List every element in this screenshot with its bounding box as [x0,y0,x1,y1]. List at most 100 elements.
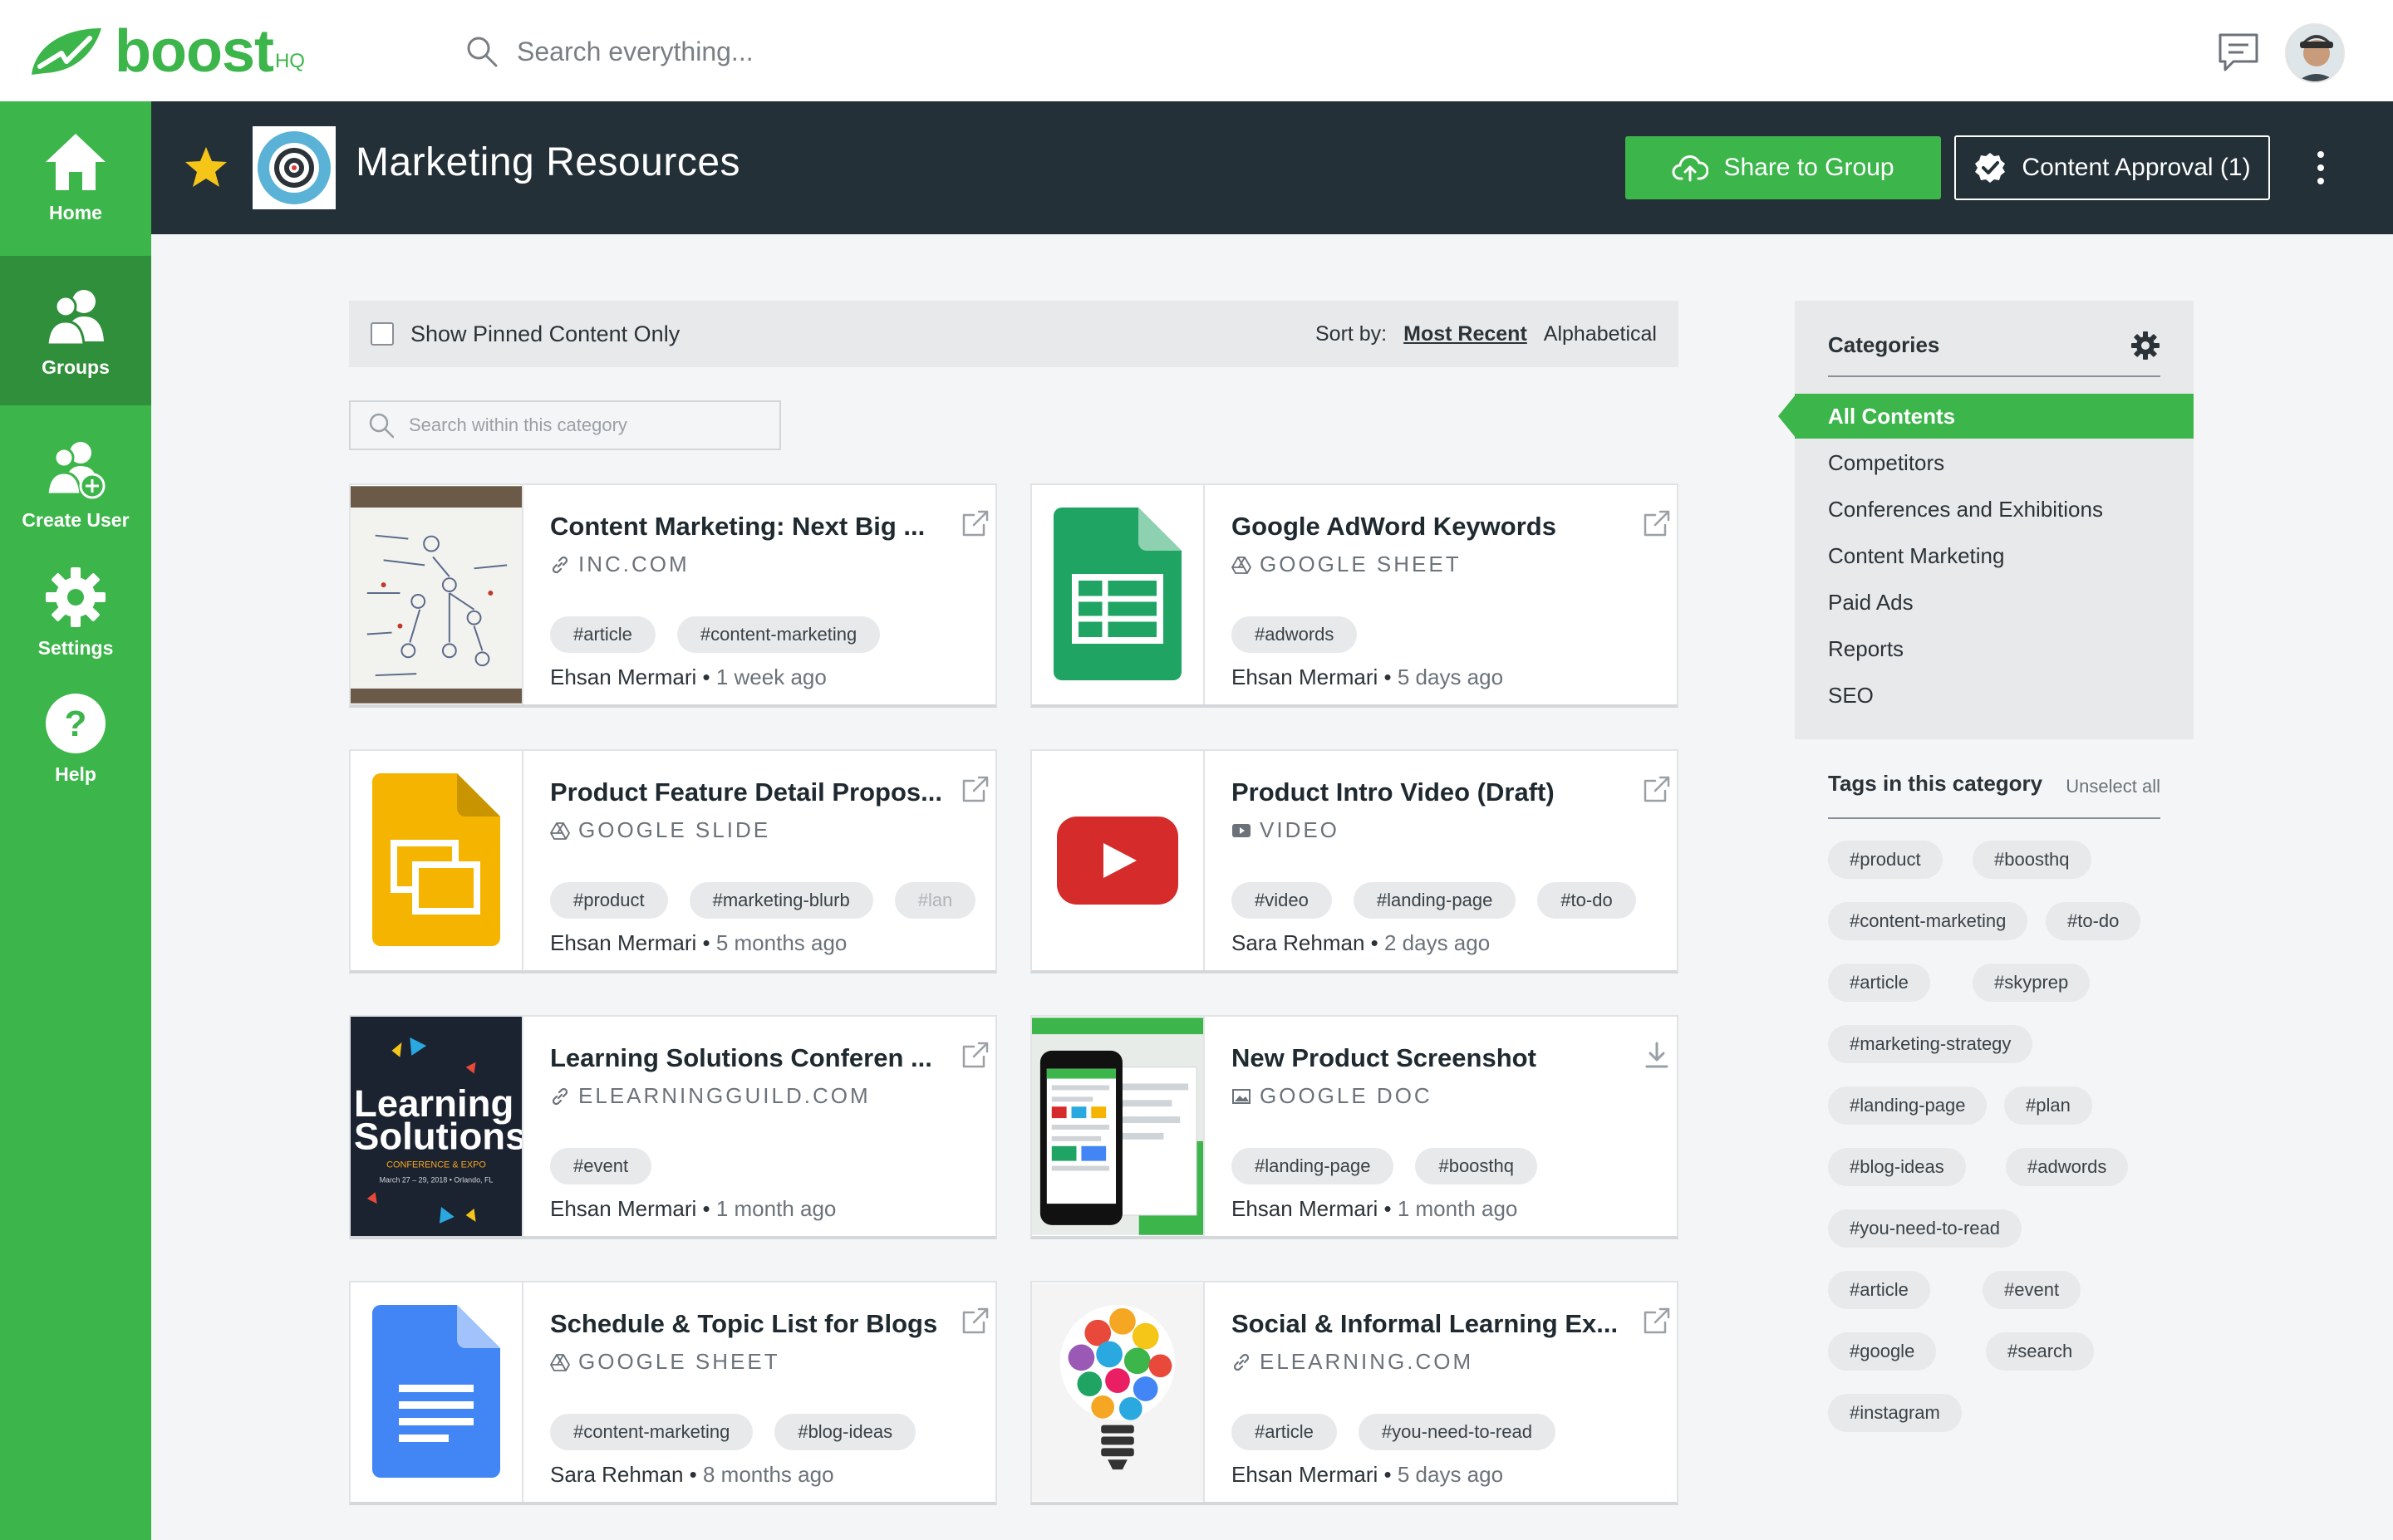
tag-filter-chip[interactable]: #landing-page [1828,1086,1988,1125]
tag-chip[interactable]: #marketing-blurb [689,882,873,919]
tag-chip[interactable]: #article [550,616,656,653]
tag-filter-chip[interactable]: #plan [2004,1086,2092,1125]
tag-filter-chip[interactable]: #product [1828,841,1943,879]
card-title[interactable]: Content Marketing: Next Big ... [550,512,925,542]
tag-chip[interactable]: #article [1231,1414,1337,1450]
global-search[interactable] [465,30,964,73]
tag-chip[interactable]: #video [1231,882,1332,919]
content-card[interactable]: Social & Informal Learning Ex... ELEARNI… [1030,1281,1678,1505]
tag-filter-chip[interactable]: #blog-ideas [1828,1148,1966,1186]
boost-leaf-icon [32,28,101,75]
category-item-content-marketing[interactable]: Content Marketing [1828,543,2004,569]
tag-filter-chip[interactable]: #content-marketing [1828,902,2028,940]
external-link-icon[interactable] [961,1306,990,1336]
global-search-input[interactable] [517,36,949,67]
group-title: Marketing Resources [356,140,741,184]
card-title[interactable]: Google AdWord Keywords [1231,512,1556,542]
card-source: VIDEO [1231,817,1339,843]
learning-solutions-poster: Learning Solutions CONFERENCE & EXPO Mar… [351,1018,522,1235]
gear-icon[interactable] [2130,331,2160,360]
groups-icon [46,289,104,346]
tag-chip[interactable]: #content-marketing [550,1414,754,1450]
nav-help[interactable]: ? Help [0,663,151,812]
tag-chip[interactable]: #boosthq [1415,1148,1537,1184]
category-item-paid-ads[interactable]: Paid Ads [1828,590,1914,616]
tag-chip[interactable]: #landing-page [1353,882,1516,919]
card-title[interactable]: Learning Solutions Conferen ... [550,1043,932,1073]
phone-screenshot-image [1032,1018,1203,1235]
sort-alphabetical[interactable]: Alphabetical [1544,322,1657,346]
tag-filter-chip[interactable]: #google [1828,1332,1937,1371]
nav-groups[interactable]: Groups [0,256,151,405]
tag-filter-chip[interactable]: #you-need-to-read [1828,1209,2022,1248]
google-sheets-icon [1054,508,1182,680]
tag-chip[interactable]: #you-need-to-read [1358,1414,1555,1450]
category-item-competitors[interactable]: Competitors [1828,450,1944,476]
card-title[interactable]: Social & Informal Learning Ex... [1231,1309,1618,1339]
pinned-only-checkbox[interactable] [371,322,394,346]
tag-filter-chip[interactable]: #skyprep [1973,964,2091,1002]
unselect-all-link[interactable]: Unselect all [2066,776,2160,797]
tag-filter-chip[interactable]: #boosthq [1973,841,2091,879]
sort-most-recent[interactable]: Most Recent [1403,322,1527,346]
image-icon [1232,1088,1251,1104]
card-thumbnail [351,485,523,704]
tag-chip[interactable]: #adwords [1231,616,1358,653]
boost-logo[interactable]: boost HQ [28,22,305,81]
pinned-only-label[interactable]: Show Pinned Content Only [410,321,680,347]
card-title[interactable]: Product Feature Detail Propos... [550,777,941,807]
content-approval-button[interactable]: Content Approval (1) [1954,135,2270,200]
nav-create-user[interactable]: Create User [0,409,151,558]
external-link-icon[interactable] [961,508,990,538]
external-link-icon[interactable] [1642,1306,1672,1336]
tag-filter-chip[interactable]: #marketing-strategy [1828,1025,2033,1063]
content-card[interactable]: Learning Solutions CONFERENCE & EXPO Mar… [349,1015,997,1239]
tag-chip[interactable]: #landing-page [1231,1148,1394,1184]
tag-filter-chip[interactable]: #search [1986,1332,2095,1371]
more-options-icon[interactable] [2308,146,2333,189]
card-author: Ehsan Mermari [550,930,697,955]
tag-chip[interactable]: #content-marketing [676,616,881,653]
category-item-seo[interactable]: SEO [1828,683,1874,709]
external-link-icon[interactable] [961,774,990,804]
share-to-group-button[interactable]: Share to Group [1625,136,1941,199]
category-search-input[interactable] [409,414,774,436]
external-link-icon[interactable] [1642,774,1672,804]
content-card[interactable]: Google AdWord Keywords GOOGLE SHEET #adw… [1030,483,1678,708]
tag-filter-chip[interactable]: #article [1828,1271,1930,1309]
card-source-label: GOOGLE DOC [1260,1083,1432,1108]
tag-chip[interactable]: #event [550,1148,652,1184]
tag-chip[interactable]: #blog-ideas [774,1414,916,1450]
category-item-all-contents[interactable]: All Contents [1778,394,2194,439]
content-card[interactable]: Product Feature Detail Propos... GOOGLE … [349,749,997,974]
category-search[interactable] [349,400,781,450]
favorite-star-icon[interactable] [183,145,229,191]
card-title[interactable]: New Product Screenshot [1231,1043,1536,1073]
download-icon[interactable] [1642,1040,1672,1070]
external-link-icon[interactable] [1642,508,1672,538]
tag-filter-chip[interactable]: #adwords [2006,1148,2129,1186]
tag-filter-chip[interactable]: #instagram [1828,1394,1962,1432]
add-user-icon [46,441,106,498]
content-card[interactable]: Content Marketing: Next Big ... INC.COM … [349,483,997,708]
tag-filter-chip[interactable]: #event [1983,1271,2081,1309]
tag-chip[interactable]: #to-do [1537,882,1636,919]
content-card[interactable]: Product Intro Video (Draft) VIDEO #video… [1030,749,1678,974]
tag-filter-chip[interactable]: #to-do [2046,902,2141,940]
card-meta: Ehsan Mermari • 5 days ago [1231,1462,1504,1487]
card-tags: #landing-page #boosthq [1231,1148,1672,1184]
user-avatar[interactable] [2285,23,2345,83]
chat-icon[interactable] [2217,32,2260,73]
content-card[interactable]: New Product Screenshot GOOGLE DOC #landi… [1030,1015,1678,1239]
tag-chip[interactable]: #lan [894,882,976,919]
tag-filter-chip[interactable]: #article [1828,964,1930,1002]
nav-home[interactable]: Home [0,101,151,251]
tag-chip[interactable]: #product [550,882,668,919]
card-title[interactable]: Schedule & Topic List for Blogs [550,1309,937,1339]
card-title[interactable]: Product Intro Video (Draft) [1231,777,1555,807]
cloud-upload-icon [1673,155,1709,182]
category-item-reports[interactable]: Reports [1828,636,1904,662]
external-link-icon[interactable] [961,1040,990,1070]
category-item-conferences[interactable]: Conferences and Exhibitions [1828,497,2103,522]
content-card[interactable]: Schedule & Topic List for Blogs GOOGLE S… [349,1281,997,1505]
